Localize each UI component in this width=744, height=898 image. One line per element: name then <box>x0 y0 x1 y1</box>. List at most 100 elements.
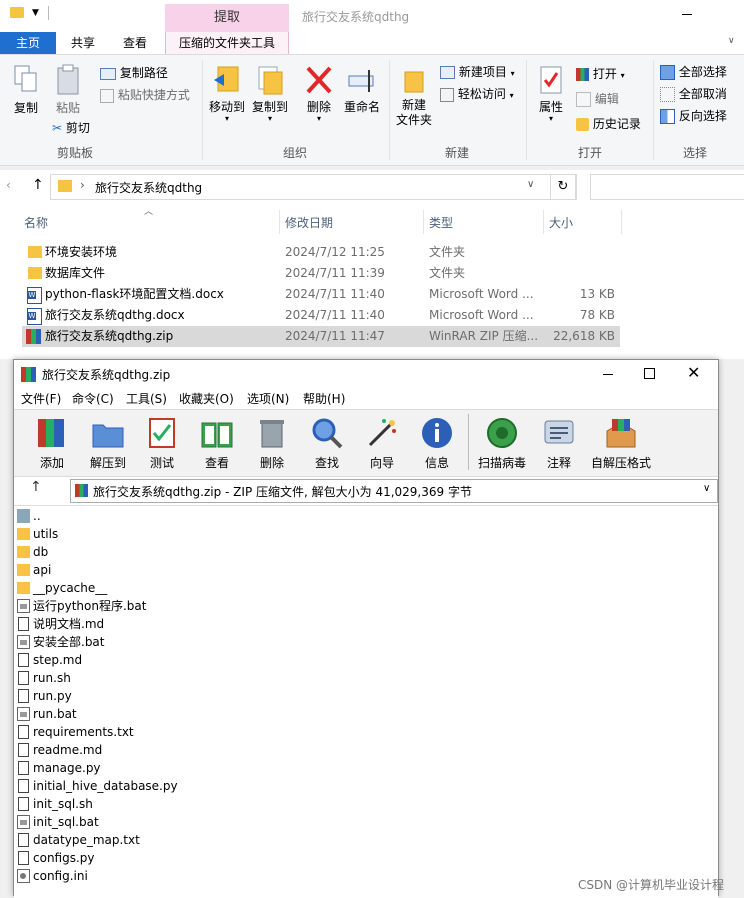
list-item[interactable]: init_sql.bat <box>17 813 277 831</box>
close-icon[interactable]: ✕ <box>687 363 700 382</box>
list-item[interactable]: db <box>17 543 277 561</box>
select-none-button[interactable]: 全部取消 <box>660 84 727 104</box>
refresh-button[interactable]: ↻ <box>550 174 576 200</box>
winrar-path-bar[interactable]: 旅行交友系统qdthg.zip - ZIP 压缩文件, 解包大小为 41,029… <box>70 479 718 503</box>
file-icon <box>18 833 29 847</box>
address-bar[interactable]: › 旅行交友系统qdthg ∨ <box>50 174 577 200</box>
open-button[interactable]: 打开 ▾ <box>576 64 625 84</box>
select-all-button[interactable]: 全部选择 <box>660 62 727 82</box>
test-icon <box>149 418 175 448</box>
ribbon-collapse-icon[interactable]: ∨ <box>728 36 735 46</box>
quick-access-dropdown-icon[interactable]: ▼ <box>32 8 39 18</box>
list-item[interactable]: 运行python程序.bat <box>17 597 277 615</box>
new-folder-button[interactable]: 新建 文件夹 <box>392 64 436 128</box>
scan-virus-icon <box>487 418 517 448</box>
history-button[interactable]: 历史记录 <box>576 114 641 134</box>
list-item[interactable]: readme.md <box>17 741 277 759</box>
column-header-date[interactable]: 修改日期 <box>285 214 333 232</box>
maximize-icon[interactable] <box>644 368 655 379</box>
info-button[interactable]: 信息 <box>413 415 461 471</box>
item-name: init_sql.bat <box>33 815 99 829</box>
list-item[interactable]: step.md <box>17 651 277 669</box>
wizard-button[interactable]: 向导 <box>358 415 406 471</box>
minimize-icon[interactable] <box>682 14 692 15</box>
list-item[interactable]: api <box>17 561 277 579</box>
item-name: db <box>33 545 49 559</box>
context-tab-extract[interactable]: 提取 <box>165 4 289 32</box>
file-date: 2024/7/12 11:25 <box>285 245 385 259</box>
list-item[interactable]: init_sql.sh <box>17 795 277 813</box>
edit-button[interactable]: 编辑 <box>576 89 619 109</box>
cut-button[interactable]: ✂ 剪切 <box>52 118 90 138</box>
tab-share[interactable]: 共享 <box>56 32 110 54</box>
list-item[interactable]: datatype_map.txt <box>17 831 277 849</box>
file-row[interactable]: W 旅行交友系统qdthg.docx 2024/7/11 11:40 Microsof… <box>22 305 620 326</box>
list-item[interactable]: run.bat <box>17 705 277 723</box>
toolbar-label: 扫描病毒 <box>478 456 527 470</box>
delete-x-icon <box>306 66 332 94</box>
list-item[interactable]: run.py <box>17 687 277 705</box>
minimize-icon[interactable] <box>603 374 613 375</box>
new-item-button[interactable]: 新建项目 ▾ <box>440 62 515 82</box>
rename-button[interactable]: 重命名 <box>341 64 383 115</box>
move-to-button[interactable]: 移动到 ▾ <box>206 64 248 123</box>
word-icon: W <box>27 308 42 325</box>
tab-home[interactable]: 主页 <box>0 32 56 54</box>
file-row[interactable]: 数据库文件 2024/7/11 11:39 文件夹 <box>22 263 620 284</box>
up-arrow-icon[interactable]: ↑ <box>32 177 44 193</box>
tab-view[interactable]: 查看 <box>110 32 160 54</box>
winrar-up-arrow-icon[interactable]: ↑ <box>30 479 42 495</box>
menu-tools[interactable]: 工具(S) <box>126 389 167 409</box>
history-icon <box>576 118 589 131</box>
easy-access-button[interactable]: 轻松访问 ▾ <box>440 84 514 104</box>
add-button[interactable]: 添加 <box>28 415 76 471</box>
tab-compressed-folder-tools[interactable]: 压缩的文件夹工具 <box>165 32 289 54</box>
list-item[interactable]: __pycache__ <box>17 579 277 597</box>
list-item[interactable]: run.sh <box>17 669 277 687</box>
file-row[interactable]: Wpython-flask环境配置文档.docx 2024/7/11 11:40 M… <box>22 284 620 305</box>
invert-selection-button[interactable]: 反向选择 <box>660 106 727 126</box>
nav-left-icon[interactable]: ‹ <box>6 178 11 192</box>
column-header-type[interactable]: 类型 <box>429 214 453 232</box>
group-separator <box>389 60 390 160</box>
copy-button[interactable]: 复制 <box>10 64 42 116</box>
paste-shortcut-button[interactable]: 粘贴快捷方式 <box>100 85 190 105</box>
list-item[interactable]: 安装全部.bat <box>17 633 277 651</box>
menu-commands[interactable]: 命令(C) <box>72 389 114 409</box>
menu-favorites[interactable]: 收藏夹(O) <box>179 389 234 409</box>
delete-button[interactable]: 删除 ▾ <box>301 64 337 123</box>
scan-virus-button[interactable]: 扫描病毒 <box>478 415 526 471</box>
address-dropdown-icon[interactable]: ∨ <box>527 179 534 190</box>
item-name: api <box>33 563 52 577</box>
list-item[interactable]: requirements.txt <box>17 723 277 741</box>
list-item[interactable]: .. <box>17 507 277 525</box>
list-item[interactable]: utils <box>17 525 277 543</box>
menu-file[interactable]: 文件(F) <box>21 389 61 409</box>
path-dropdown-icon[interactable]: ∨ <box>703 483 710 494</box>
view-button[interactable]: 查看 <box>193 415 241 471</box>
list-item[interactable]: manage.py <box>17 759 277 777</box>
copy-to-button[interactable]: 复制到 ▾ <box>249 64 291 123</box>
menu-help[interactable]: 帮助(H) <box>303 389 345 409</box>
extract-to-button[interactable]: 解压到 <box>84 415 132 471</box>
paste-button[interactable]: 粘贴 <box>52 64 84 116</box>
sfx-button[interactable]: 自解压格式 <box>585 415 657 471</box>
search-input[interactable] <box>590 174 744 200</box>
file-row[interactable]: 环境安装环境 2024/7/12 11:25 文件夹 <box>22 242 620 263</box>
find-button[interactable]: 查找 <box>303 415 351 471</box>
file-row[interactable]: 旅行交友系统qdthg.zip 2024/7/11 11:47 WinRAR ZIP… <box>22 326 620 347</box>
copy-path-button[interactable]: 复制路径 <box>100 63 168 83</box>
file-type: 文件夹 <box>429 245 466 259</box>
test-button[interactable]: 测试 <box>138 415 186 471</box>
delete-button[interactable]: 删除 <box>248 415 296 471</box>
group-separator <box>202 60 203 160</box>
column-header-name[interactable]: 名称 <box>24 214 48 232</box>
list-item[interactable]: 说明文档.md <box>17 615 277 633</box>
comment-button[interactable]: 注释 <box>535 415 583 471</box>
list-item[interactable]: config.ini <box>17 867 277 885</box>
list-item[interactable]: configs.py <box>17 849 277 867</box>
list-item[interactable]: initial_hive_database.py <box>17 777 277 795</box>
menu-options[interactable]: 选项(N) <box>247 389 289 409</box>
column-header-size[interactable]: 大小 <box>549 214 573 232</box>
properties-button[interactable]: 属性 ▾ <box>534 64 568 123</box>
